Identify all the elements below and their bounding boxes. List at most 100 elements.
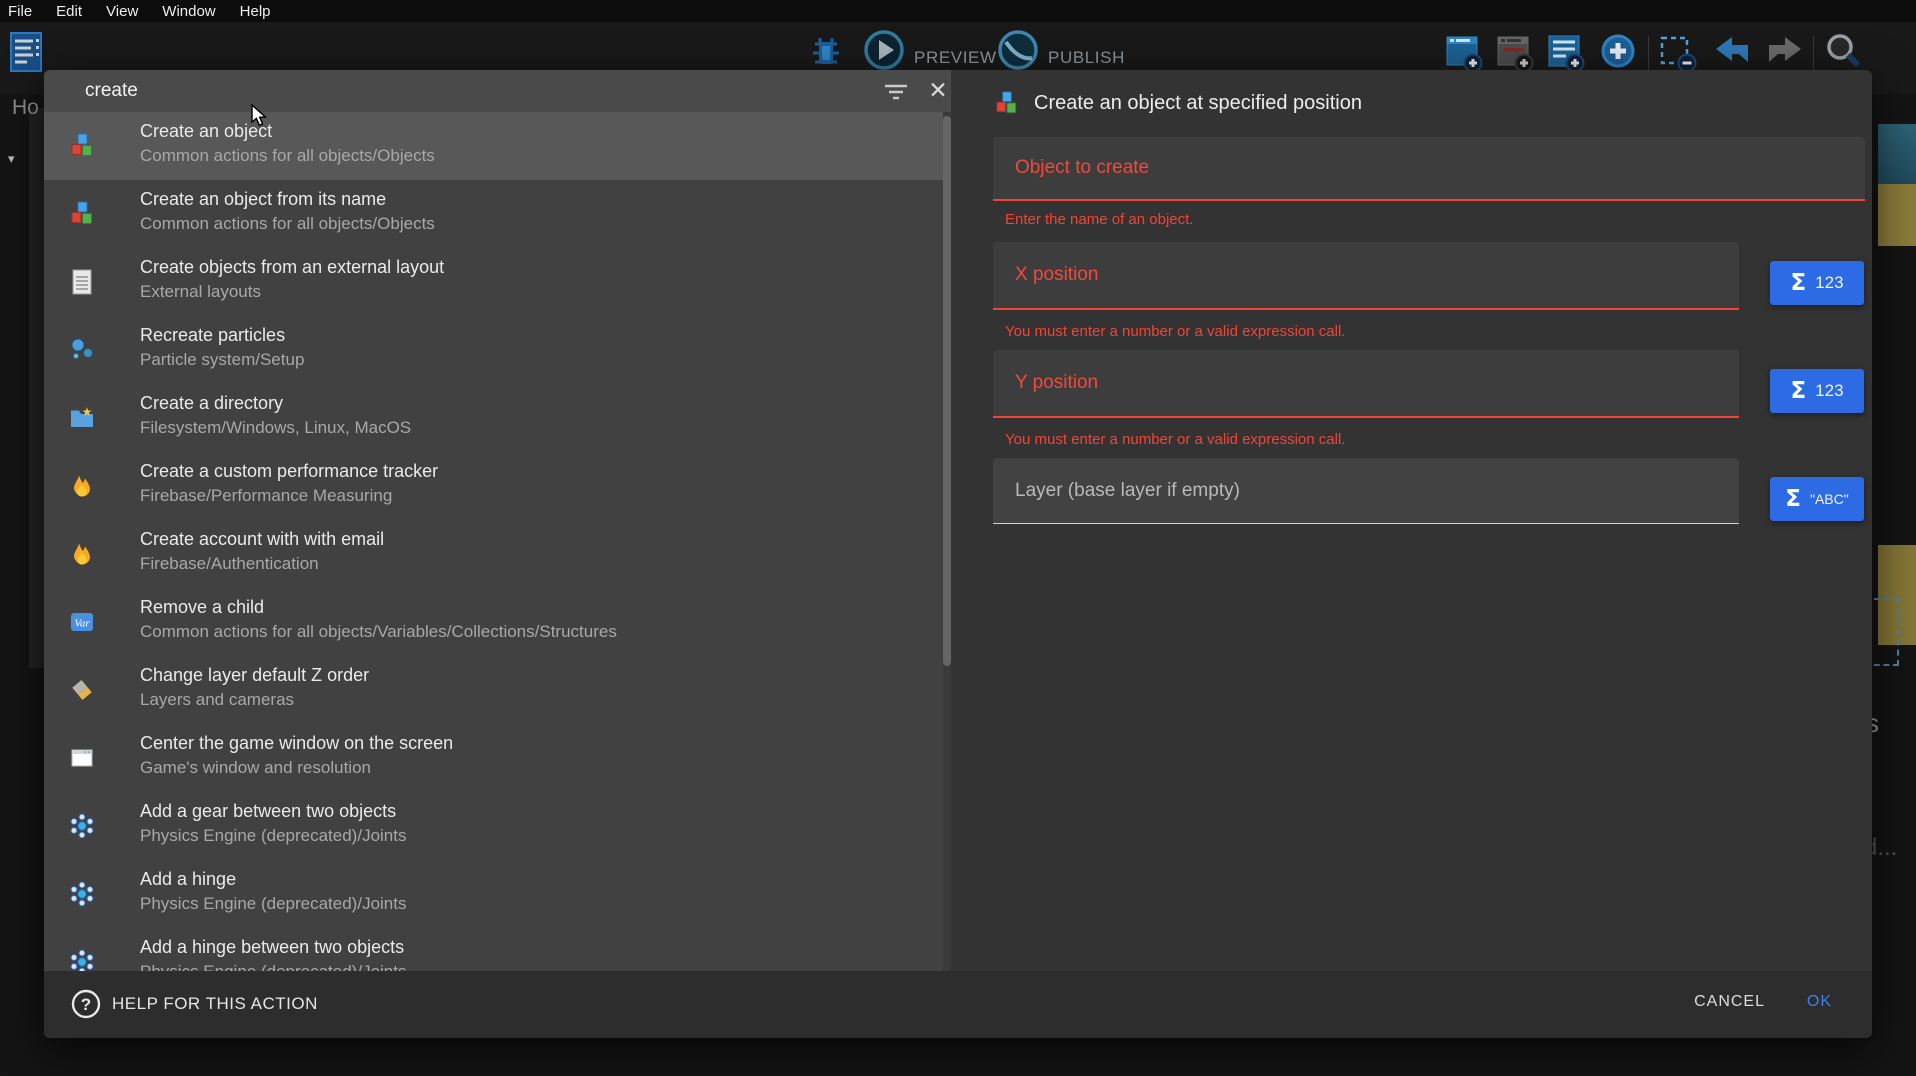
svg-text:?: ?	[81, 995, 91, 1014]
result-subtitle: Physics Engine (deprecated)/Joints	[140, 962, 406, 971]
action-result-item[interactable]: Recreate particles Particle system/Setup	[44, 316, 951, 384]
firebase-icon	[68, 540, 96, 568]
y-position-field[interactable]: Y position	[993, 350, 1739, 418]
menu-help[interactable]: Help	[240, 3, 271, 20]
action-result-item[interactable]: Add a hinge between two objects Physics E…	[44, 928, 951, 971]
action-result-item[interactable]: Add a gear between two objects Physics En…	[44, 792, 951, 860]
layer-field[interactable]: Layer (base layer if empty)	[993, 458, 1739, 524]
result-title: Create an object from its name	[140, 189, 386, 210]
home-tab[interactable]: Ho	[12, 96, 39, 120]
result-subtitle: Common actions for all objects/Objects	[140, 214, 435, 234]
sigma-icon: Σ	[1785, 486, 1801, 512]
x-position-label: X position	[1015, 264, 1098, 286]
action-result-item[interactable]: Create account with with email Firebase/A…	[44, 520, 951, 588]
close-icon[interactable]: ✕	[924, 76, 951, 106]
menu-edit[interactable]: Edit	[56, 3, 82, 20]
result-title: Add a hinge between two objects	[140, 937, 404, 958]
result-title: Remove a child	[140, 597, 264, 618]
add-more-icon[interactable]	[1597, 30, 1641, 74]
publish-button[interactable]: PUBLISH	[1048, 48, 1125, 68]
globe-icon[interactable]	[996, 28, 1040, 72]
object-helper-text: Enter the name of an object.	[1005, 211, 1193, 228]
search-input[interactable]	[85, 70, 845, 112]
result-subtitle: Common actions for all objects/Objects	[140, 146, 435, 166]
result-subtitle: Particle system/Setup	[140, 350, 304, 370]
cancel-button[interactable]: CANCEL	[1694, 993, 1765, 1011]
menu-view[interactable]: View	[106, 3, 138, 20]
y-error-text: You must enter a number or a valid expre…	[1005, 431, 1345, 448]
layer-label: Layer (base layer if empty)	[1015, 480, 1240, 502]
folder-star-icon: ★	[68, 404, 96, 432]
result-title: Add a gear between two objects	[140, 801, 396, 822]
chevron-down-icon[interactable]: ▾	[8, 152, 15, 167]
y-expression-button[interactable]: Σ 123	[1770, 369, 1864, 413]
result-subtitle: Firebase/Authentication	[140, 554, 319, 574]
toolbar-separator	[1648, 36, 1649, 74]
undo-icon[interactable]	[1711, 30, 1755, 74]
debug-icon[interactable]	[806, 32, 846, 72]
result-title: Change layer default Z order	[140, 665, 369, 686]
search-events-icon[interactable]	[1822, 30, 1866, 74]
y-position-label: Y position	[1015, 372, 1098, 394]
result-title: Recreate particles	[140, 325, 285, 346]
project-manager-icon[interactable]	[7, 30, 47, 76]
delete-selection-icon[interactable]	[1656, 30, 1700, 74]
result-subtitle: Physics Engine (deprecated)/Joints	[140, 894, 406, 914]
action-result-item[interactable]: Add a hinge Physics Engine (deprecated)/J…	[44, 860, 951, 928]
add-subevent-icon[interactable]	[1493, 30, 1537, 74]
physics-icon	[68, 948, 96, 971]
layer-expression-button[interactable]: Σ "ABC"	[1770, 477, 1864, 521]
cubes-icon	[993, 90, 1020, 117]
result-subtitle: Game's window and resolution	[140, 758, 371, 778]
play-icon[interactable]	[862, 28, 906, 72]
redo-icon[interactable]	[1762, 30, 1806, 74]
scrollbar-thumb[interactable]	[943, 116, 951, 666]
action-search-panel: ✕ Create an objectCommon actions for all…	[44, 70, 951, 971]
action-results-list: Create an objectCommon actions for all o…	[44, 112, 951, 971]
action-result-item[interactable]: Center the game window on the screenGame…	[44, 724, 951, 792]
add-comment-icon[interactable]	[1544, 30, 1588, 74]
result-title: Create account with with email	[140, 529, 384, 550]
result-subtitle: Physics Engine (deprecated)/Joints	[140, 826, 406, 846]
result-title: Create a custom performance tracker	[140, 461, 438, 482]
menu-file[interactable]: File	[8, 3, 32, 20]
action-result-item[interactable]: ★ Create a directory Filesystem/Windows, L…	[44, 384, 951, 452]
physics-icon	[68, 880, 96, 908]
sigma-icon: Σ	[1790, 378, 1806, 404]
object-to-create-field[interactable]: Object to create	[993, 137, 1865, 201]
cubes-icon	[68, 200, 96, 228]
action-result-item[interactable]: Var Remove a child Common actions for all …	[44, 588, 951, 656]
x-position-field[interactable]: X position	[993, 242, 1739, 310]
menu-window[interactable]: Window	[162, 3, 215, 20]
cubes-icon	[68, 132, 96, 160]
layout-doc-icon	[68, 268, 96, 296]
result-title: Add a hinge	[140, 869, 236, 890]
x-expression-button[interactable]: Σ 123	[1770, 261, 1864, 305]
result-subtitle: Common actions for all objects/Variables…	[140, 622, 617, 642]
help-icon[interactable]: ?	[70, 988, 102, 1020]
action-title: Create an object at specified position	[1034, 92, 1362, 115]
add-event-icon[interactable]	[1442, 30, 1486, 74]
preview-button[interactable]: PREVIEW	[914, 48, 997, 68]
result-title: Create a directory	[140, 393, 283, 414]
toolbar-separator	[1813, 36, 1814, 74]
filter-icon[interactable]	[882, 78, 910, 104]
action-result-item[interactable]: Create a custom performance trackerFireb…	[44, 452, 951, 520]
svg-text:Var: Var	[74, 618, 90, 630]
action-result-item[interactable]: Create an object from its name Common act…	[44, 180, 951, 248]
variable-icon: Var	[68, 608, 96, 636]
help-for-action-link[interactable]: HELP FOR THIS ACTION	[112, 994, 318, 1014]
search-header: ✕	[44, 70, 951, 112]
scene-object-blue	[1878, 124, 1916, 184]
action-result-item[interactable]: Create objects from an external layoutEx…	[44, 248, 951, 316]
sigma-icon: Σ	[1790, 270, 1806, 296]
mouse-cursor	[250, 104, 272, 133]
action-result-item[interactable]: Create an objectCommon actions for all o…	[44, 112, 951, 180]
instruction-editor-dialog: ✕ Create an objectCommon actions for all…	[44, 70, 1872, 1038]
particles-icon	[68, 336, 96, 364]
result-subtitle: Filesystem/Windows, Linux, MacOS	[140, 418, 411, 438]
action-result-item[interactable]: Change layer default Z orderLayers and c…	[44, 656, 951, 724]
ok-button[interactable]: OK	[1807, 993, 1832, 1011]
eraser-icon	[68, 676, 96, 704]
firebase-icon	[68, 472, 96, 500]
